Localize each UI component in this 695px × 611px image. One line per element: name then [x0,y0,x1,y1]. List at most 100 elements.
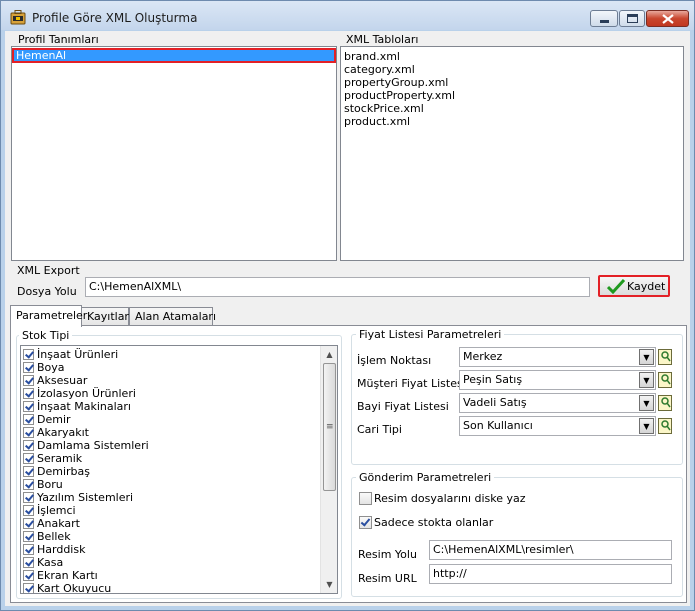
stock-type-item[interactable]: Seramik [21,452,337,465]
checkbox[interactable] [23,583,34,593]
profiles-list[interactable]: HemenAl [11,46,337,261]
checkbox[interactable] [23,453,34,464]
stock-type-item[interactable]: Kart Okuyucu [21,582,337,593]
checkbox[interactable] [23,349,34,360]
stock-type-item[interactable]: Boru [21,478,337,491]
maximize-button[interactable] [619,10,645,27]
profile-item[interactable]: HemenAl [12,48,336,63]
minimize-button[interactable] [590,10,618,27]
stock-type-item[interactable]: Yazılım Sistemleri [21,491,337,504]
field-label: Müşteri Fiyat Listesi [357,377,466,390]
image-path-input[interactable]: C:\HemenAlXML\resimler\ [429,540,672,560]
lookup-icon[interactable] [658,395,672,411]
lookup-icon[interactable] [658,349,672,365]
xml-table-item[interactable]: stockPrice.xml [341,102,683,115]
stock-type-item[interactable]: Ekran Kartı [21,569,337,582]
client-area: Profil Tanımları HemenAl XML Tabloları b… [5,31,690,606]
xml-table-item[interactable]: productProperty.xml [341,89,683,102]
profiles-label: Profil Tanımları [18,33,99,46]
stock-type-item[interactable]: İşlemci [21,504,337,517]
checkbox[interactable] [23,557,34,568]
stock-type-item[interactable]: Anakart [21,517,337,530]
stock-type-item[interactable]: İnşaat Makinaları [21,400,337,413]
image-url-input[interactable]: http:// [429,564,672,584]
window-title: Profile Göre XML Oluşturma [32,11,198,25]
maximize-icon [627,14,638,23]
xml-table-item[interactable]: propertyGroup.xml [341,76,683,89]
stock-type-item[interactable]: Akaryakıt [21,426,337,439]
file-path-label: Dosya Yolu [17,285,77,298]
checkbox[interactable] [23,388,34,399]
account-type-select[interactable]: Son Kullanıcı ▼ [459,416,656,436]
green-check-icon [607,279,625,294]
checkbox[interactable] [23,570,34,581]
title-bar[interactable]: Profile Göre XML Oluşturma [1,1,694,30]
checkbox[interactable] [23,531,34,542]
stock-type-item[interactable]: Demirbaş [21,465,337,478]
image-url-label: Resim URL [358,572,417,585]
stock-type-scrollbar[interactable]: ▲ ≡ ▼ [320,346,337,593]
send-params-label: Gönderim Parametreleri [356,471,495,484]
in-stock-only-label[interactable]: Sadece stokta olanlar [374,516,493,529]
chevron-down-icon[interactable]: ▼ [639,349,654,365]
xml-export-label: XML Export [17,264,80,277]
stock-type-item[interactable]: Damlama Sistemleri [21,439,337,452]
tab-field-mappings[interactable]: Alan Atamaları [129,307,216,326]
checkbox[interactable] [23,401,34,412]
stock-type-item[interactable]: İnşaat Ürünleri [21,348,337,361]
chevron-down-icon[interactable]: ▼ [639,372,654,388]
stock-type-item[interactable]: Bellek [21,530,337,543]
field-label: Bayi Fiyat Listesi [357,400,449,413]
checkbox[interactable] [23,505,34,516]
customer-price-list-select[interactable]: Peşin Satış ▼ [459,370,656,390]
stock-type-item[interactable]: Aksesuar [21,374,337,387]
tab-records[interactable]: Kayıtlar [81,307,129,326]
stock-type-label: Stok Tipi [19,329,73,342]
scroll-down-icon[interactable]: ▼ [321,576,337,593]
checkbox[interactable] [23,518,34,529]
stock-type-item[interactable]: İzolasyon Ürünleri [21,387,337,400]
dealer-price-list-select[interactable]: Vadeli Satış ▼ [459,393,656,413]
checkbox[interactable] [23,479,34,490]
xml-tables-list[interactable]: brand.xml category.xml propertyGroup.xml… [340,46,684,261]
checkbox[interactable] [23,544,34,555]
lookup-icon[interactable] [658,372,672,388]
xml-table-item[interactable]: brand.xml [341,50,683,63]
lookup-icon[interactable] [658,418,672,434]
in-stock-only-checkbox[interactable] [359,516,372,529]
checkbox[interactable] [23,466,34,477]
price-params-label: Fiyat Listesi Parametreleri [356,328,505,341]
checkbox[interactable] [23,492,34,503]
minimize-icon [600,20,609,23]
checkbox[interactable] [23,414,34,425]
xml-table-item[interactable]: product.xml [341,115,683,128]
scroll-thumb[interactable]: ≡ [323,363,336,491]
field-label: İşlem Noktası [357,354,432,367]
close-icon [662,14,674,24]
write-images-label[interactable]: Resim dosyalarını diske yaz [374,492,526,505]
parameters-panel: Stok Tipi İnşaat Ürünleri Boya Aksesuar … [10,325,687,603]
file-path-input[interactable]: C:\HemenAlXML\ [85,277,590,297]
stock-type-list[interactable]: İnşaat Ürünleri Boya Aksesuar İzolasyon … [20,345,338,594]
briefcase-icon [10,10,26,25]
checkbox[interactable] [23,427,34,438]
image-path-label: Resim Yolu [358,548,417,561]
checkbox[interactable] [23,440,34,451]
scroll-up-icon[interactable]: ▲ [321,346,337,363]
stock-type-item[interactable]: Harddisk [21,543,337,556]
close-button[interactable] [646,10,689,27]
xml-table-item[interactable]: category.xml [341,63,683,76]
location-select[interactable]: Merkez ▼ [459,347,656,367]
write-images-checkbox[interactable] [359,492,372,505]
tab-parameters[interactable]: Parametreler [10,305,87,327]
chevron-down-icon[interactable]: ▼ [639,395,654,411]
app-window: Profile Göre XML Oluşturma Profil Tanıml… [0,0,695,611]
chevron-down-icon[interactable]: ▼ [639,418,654,434]
stock-type-item[interactable]: Boya [21,361,337,374]
checkbox[interactable] [23,375,34,386]
stock-type-item[interactable]: Kasa [21,556,337,569]
save-button[interactable]: Kaydet [598,275,670,297]
xml-tables-label: XML Tabloları [346,33,419,46]
stock-type-item[interactable]: Demir [21,413,337,426]
checkbox[interactable] [23,362,34,373]
